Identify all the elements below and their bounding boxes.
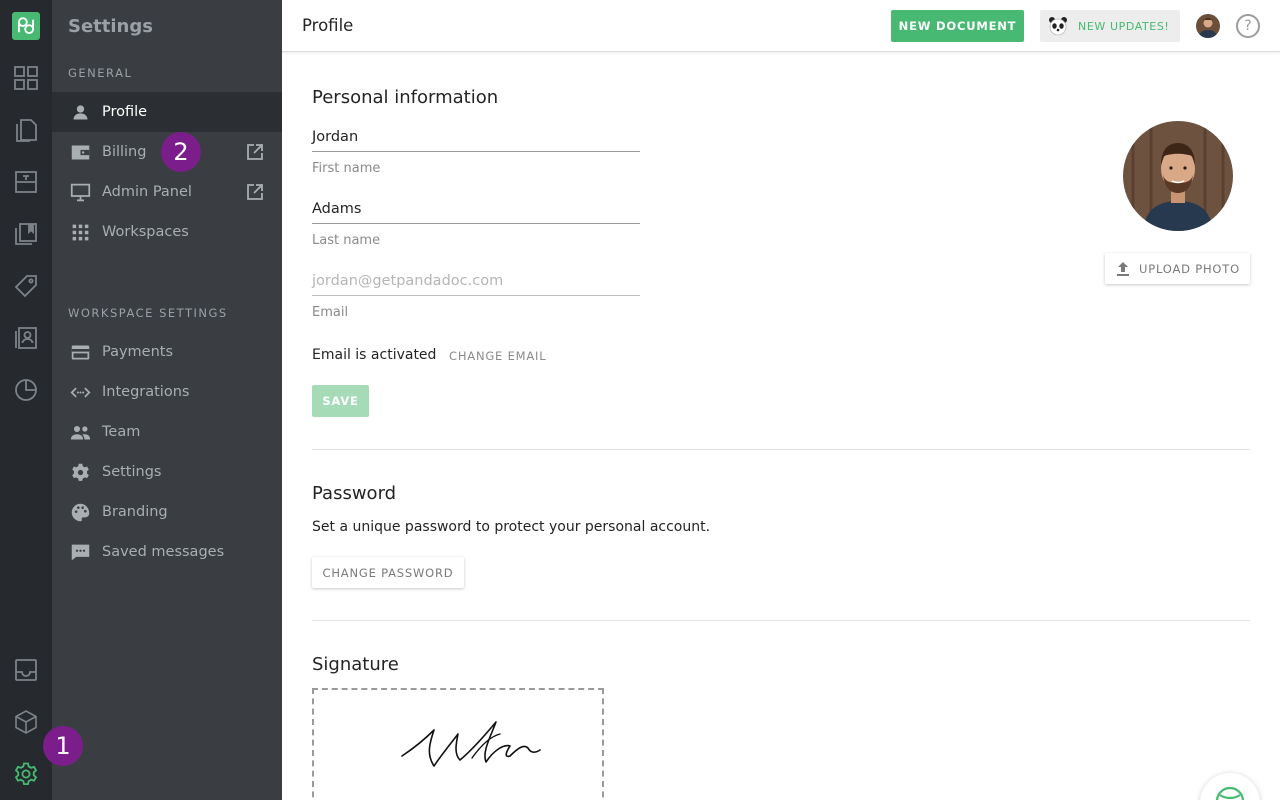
- last-name-field[interactable]: Adams: [312, 201, 640, 224]
- sidebar-item-label: Admin Panel: [102, 184, 192, 200]
- sidebar-item-label: Billing: [102, 144, 147, 160]
- profile-photo: [1123, 121, 1233, 231]
- help-icon[interactable]: ?: [1236, 14, 1260, 38]
- contacts-icon[interactable]: [12, 324, 40, 352]
- signature-box[interactable]: [312, 688, 604, 800]
- sidebar-item-payments[interactable]: Payments: [52, 332, 282, 372]
- palette-icon: [68, 500, 92, 524]
- step-badge-1: 1: [43, 726, 83, 766]
- sidebar-item-label: Team: [102, 424, 141, 440]
- sidebar-item-label: Branding: [102, 504, 168, 520]
- settings-gear-icon[interactable]: [12, 760, 40, 788]
- page-title: Profile: [302, 16, 354, 35]
- email-field[interactable]: jordan@getpandadoc.com: [312, 273, 640, 296]
- sidebar-item-admin-panel[interactable]: Admin Panel: [52, 172, 282, 212]
- grid-dots-icon: [68, 220, 92, 244]
- external-link-icon[interactable]: [246, 143, 264, 161]
- change-email-link[interactable]: CHANGE EMAIL: [449, 349, 546, 363]
- dashboard-icon[interactable]: [12, 64, 40, 92]
- first-name-field[interactable]: Jordan: [312, 129, 640, 152]
- external-link-icon[interactable]: [246, 183, 264, 201]
- sidebar-item-label: Saved messages: [102, 544, 225, 560]
- sidebar-item-saved-messages[interactable]: Saved messages: [52, 532, 282, 572]
- sidebar-item-label: Payments: [102, 344, 174, 360]
- upload-photo-button[interactable]: UPLOAD PHOTO: [1105, 253, 1250, 284]
- sidebar-title: Settings: [68, 16, 153, 37]
- new-updates-button[interactable]: NEW UPDATES!: [1040, 10, 1180, 42]
- save-button[interactable]: SAVE: [312, 385, 369, 417]
- signature-heading: Signature: [312, 654, 399, 675]
- sidebar-item-branding[interactable]: Branding: [52, 492, 282, 532]
- content-library-icon[interactable]: [12, 220, 40, 248]
- people-icon: [68, 420, 92, 444]
- password-description: Set a unique password to protect your pe…: [312, 519, 711, 535]
- credit-card-icon: [68, 340, 92, 364]
- sidebar-item-workspaces[interactable]: Workspaces: [52, 212, 282, 252]
- profile-content: Personal information Jordan First name A…: [282, 53, 1280, 800]
- gear-icon: [68, 460, 92, 484]
- new-updates-label: NEW UPDATES!: [1078, 19, 1170, 33]
- code-arrows-icon: [68, 380, 92, 404]
- sidebar-item-profile[interactable]: Profile: [52, 92, 282, 132]
- new-document-button[interactable]: NEW DOCUMENT: [891, 10, 1024, 42]
- section-divider: [312, 449, 1250, 450]
- user-avatar[interactable]: [1196, 14, 1220, 38]
- sidebar-item-label: Profile: [102, 104, 148, 120]
- panda-icon: [1049, 17, 1067, 36]
- top-header: Profile NEW DOCUMENT NEW UPDATES! ?: [282, 0, 1280, 52]
- support-chat-button[interactable]: [1200, 773, 1260, 800]
- catalog-tag-icon[interactable]: [12, 272, 40, 300]
- chat-support-icon: [1215, 786, 1245, 800]
- change-password-button[interactable]: CHANGE PASSWORD: [312, 557, 464, 588]
- upload-photo-label: UPLOAD PHOTO: [1139, 261, 1240, 276]
- first-name-label: First name: [312, 161, 381, 176]
- cube-icon[interactable]: [12, 708, 40, 736]
- person-icon: [68, 100, 92, 124]
- upload-icon: [1117, 261, 1130, 276]
- icon-rail: [0, 0, 52, 800]
- section-divider: [312, 620, 1250, 621]
- pandadoc-logo[interactable]: [12, 12, 40, 40]
- password-heading: Password: [312, 483, 397, 504]
- sidebar-section-workspace: WORKSPACE SETTINGS: [68, 306, 228, 320]
- monitor-icon: [68, 180, 92, 204]
- sidebar-section-general: GENERAL: [68, 66, 133, 80]
- sidebar-item-label: Workspaces: [102, 224, 189, 240]
- personal-info-heading: Personal information: [312, 87, 499, 108]
- sidebar-item-integrations[interactable]: Integrations: [52, 372, 282, 412]
- last-name-label: Last name: [312, 233, 381, 248]
- signature-drawing: [401, 721, 541, 767]
- sidebar-item-label: Integrations: [102, 384, 190, 400]
- email-status-text: Email is activated: [312, 347, 437, 363]
- sidebar-item-team[interactable]: Team: [52, 412, 282, 452]
- documents-icon[interactable]: [12, 116, 40, 144]
- sidebar-item-settings[interactable]: Settings: [52, 452, 282, 492]
- chat-icon: [68, 540, 92, 564]
- settings-sidebar: Settings GENERAL Profile Billing Admin P…: [52, 0, 282, 800]
- templates-icon[interactable]: [12, 168, 40, 196]
- email-label: Email: [312, 305, 349, 320]
- step-badge-2: 2: [161, 132, 201, 172]
- inbox-icon[interactable]: [12, 656, 40, 684]
- reports-pie-icon[interactable]: [12, 376, 40, 404]
- sidebar-item-label: Settings: [102, 464, 162, 480]
- wallet-icon: [68, 140, 92, 164]
